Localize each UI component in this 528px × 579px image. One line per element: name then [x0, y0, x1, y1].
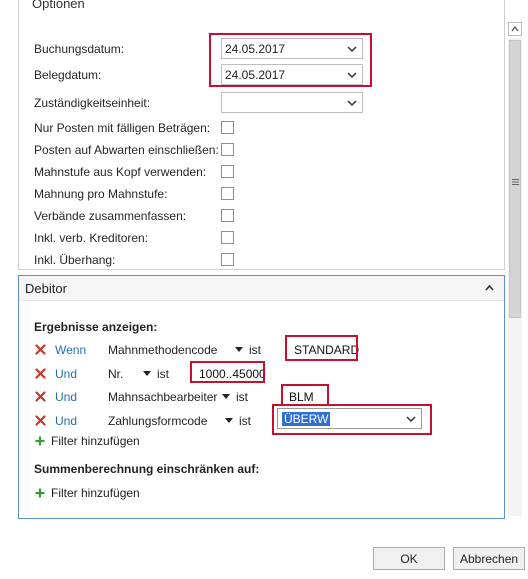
- caret-down-icon[interactable]: [222, 394, 230, 399]
- checkbox-related-vendors[interactable]: [221, 231, 234, 244]
- debitor-header[interactable]: Debitor: [19, 276, 504, 301]
- sum-restriction-heading: Summenberechnung einschränken auf:: [34, 462, 260, 476]
- checkbox-label-per-level: Mahnung pro Mahnstufe:: [34, 187, 168, 201]
- checkbox-label-overpayment: Inkl. Überhang:: [34, 253, 116, 267]
- responsibility-center-label: Zuständigkeitseinheit:: [34, 96, 151, 110]
- ok-button[interactable]: OK: [373, 547, 445, 570]
- remove-icon[interactable]: [35, 391, 46, 402]
- filter-connector-4[interactable]: Und: [55, 414, 77, 428]
- cancel-button[interactable]: Abbrechen: [453, 547, 525, 570]
- filter-value-highlight-3: [281, 384, 329, 406]
- filter-connector-1[interactable]: Wenn: [55, 343, 86, 357]
- filter-operator-2: ist: [157, 367, 169, 381]
- checkbox-on-hold[interactable]: [221, 143, 234, 156]
- responsibility-center-dropdown[interactable]: [221, 92, 363, 113]
- caret-down-icon[interactable]: [143, 371, 151, 376]
- filter-field-4[interactable]: Zahlungsformcode: [108, 414, 207, 428]
- remove-icon[interactable]: [35, 344, 46, 355]
- add-icon[interactable]: [35, 436, 45, 446]
- checkbox-overpayment[interactable]: [221, 253, 234, 266]
- caret-down-icon[interactable]: [225, 418, 233, 423]
- scroll-up-icon[interactable]: [508, 22, 522, 36]
- posting-date-label: Buchungsdatum:: [34, 42, 125, 56]
- caret-down-icon[interactable]: [235, 347, 243, 352]
- filter-operator-1: ist: [249, 343, 261, 357]
- filter-value-highlight-4: [272, 404, 432, 435]
- add-icon[interactable]: [35, 488, 45, 498]
- filter-field-2[interactable]: Nr.: [108, 367, 123, 381]
- date-highlight-box: [209, 33, 372, 87]
- checkbox-due-only[interactable]: [221, 121, 234, 134]
- filter-operator-4: ist: [239, 414, 251, 428]
- remove-icon[interactable]: [35, 415, 46, 426]
- collapse-icon[interactable]: [485, 284, 494, 291]
- filter-connector-2[interactable]: Und: [55, 367, 77, 381]
- add-filter-link[interactable]: Filter hinzufügen: [51, 434, 140, 448]
- checkbox-label-due-only: Nur Posten mit fälligen Beträgen:: [34, 121, 211, 135]
- remove-icon[interactable]: [35, 368, 46, 379]
- checkbox-per-level[interactable]: [221, 187, 234, 200]
- document-date-label: Belegdatum:: [34, 68, 102, 82]
- filter-field-3[interactable]: Mahnsachbearbeiter: [108, 390, 217, 404]
- filter-value-highlight-2: [190, 361, 265, 383]
- checkbox-label-level-from-header: Mahnstufe aus Kopf verwenden:: [34, 165, 207, 179]
- results-heading: Ergebnisse anzeigen:: [34, 320, 158, 334]
- filter-operator-3: ist: [236, 390, 248, 404]
- dialog-footer: [0, 530, 528, 579]
- options-title: Optionen: [32, 0, 85, 11]
- debitor-panel: Debitor: [18, 275, 505, 519]
- checkbox-level-from-header[interactable]: [221, 165, 234, 178]
- chevron-down-icon: [347, 100, 357, 107]
- debitor-title: Debitor: [25, 281, 67, 296]
- checkbox-combine-groups[interactable]: [221, 209, 234, 222]
- sum-add-filter-link[interactable]: Filter hinzufügen: [51, 486, 140, 500]
- filter-connector-3[interactable]: Und: [55, 390, 77, 404]
- filter-value-highlight-1: [285, 335, 358, 361]
- filter-field-1[interactable]: Mahnmethodencode: [108, 343, 217, 357]
- checkbox-label-related-vendors: Inkl. verb. Kreditoren:: [34, 231, 149, 245]
- checkbox-label-combine-groups: Verbände zusammenfassen:: [34, 209, 187, 223]
- grip-icon: [512, 179, 519, 185]
- checkbox-label-on-hold: Posten auf Abwarten einschließen:: [34, 143, 219, 157]
